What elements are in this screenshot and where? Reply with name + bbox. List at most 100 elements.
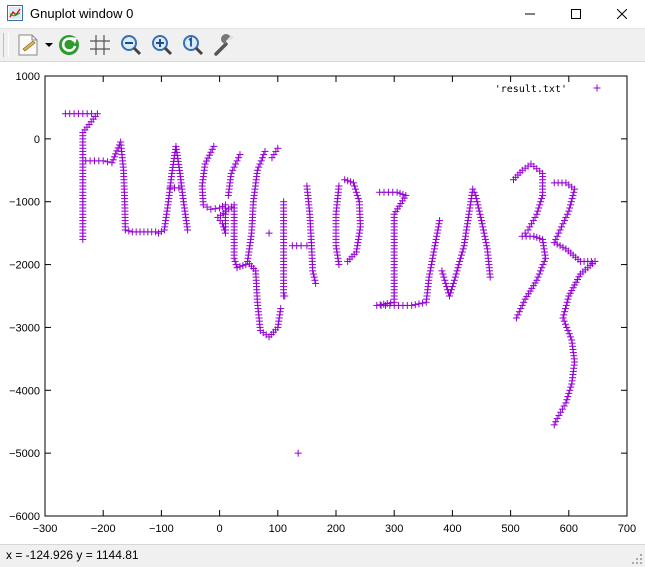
data-point-trace [569, 191, 577, 199]
data-point-trace [534, 207, 542, 215]
data-point-trace [430, 245, 438, 253]
x-tick-label: 600 [560, 523, 578, 535]
data-point-trace [562, 301, 570, 309]
legend-marker-symbol [593, 84, 601, 92]
data-point-trace [537, 198, 545, 206]
data-point-trace [230, 163, 238, 171]
data-point-trace [566, 201, 574, 209]
document-menu-icon [18, 34, 53, 56]
data-point-trace [478, 220, 486, 228]
data-point-trace [566, 386, 574, 394]
data-point [533, 210, 541, 218]
data-point-trace [439, 270, 447, 278]
data-point-trace [456, 257, 464, 265]
options-button[interactable] [212, 32, 236, 58]
data-point [99, 157, 107, 165]
window-titlebar[interactable]: Gnuplot window 0 [0, 0, 645, 29]
data-point-trace [514, 311, 522, 319]
data-point-trace [558, 223, 566, 231]
minimize-button[interactable] [507, 0, 553, 28]
data-point-trace [475, 204, 483, 212]
data-point [408, 301, 416, 309]
data-point-trace [219, 223, 227, 231]
data-point-trace [555, 411, 563, 419]
cursor-coordinates: x = -124.926 y = 1144.81 [6, 548, 139, 562]
plot-area[interactable]: −300 −200 −100 0 100 200 300 400 500 600 700 −6000−… [0, 62, 645, 544]
data-point-trace [538, 264, 546, 272]
minimize-icon [525, 13, 535, 15]
grid-icon [90, 35, 110, 55]
y-tick-label: −5000 [9, 448, 40, 460]
resize-grip-icon[interactable] [631, 553, 643, 565]
data-point-trace [442, 279, 450, 287]
data-point [281, 292, 289, 300]
data-point-trace [415, 300, 423, 308]
data-point-trace [475, 207, 483, 215]
data-point-trace [235, 154, 243, 162]
data-point [436, 217, 444, 225]
data-point-trace [255, 163, 263, 171]
data-point [309, 267, 317, 275]
data-point-trace [561, 320, 569, 328]
data-point-trace [483, 242, 491, 250]
data-point-trace [309, 270, 317, 278]
data-point-trace [232, 160, 240, 168]
data-point-trace [481, 235, 489, 243]
data-point-trace [435, 220, 443, 228]
wrench-icon [214, 34, 234, 56]
y-tick-label: −6000 [9, 511, 40, 523]
grid-button[interactable] [88, 32, 112, 58]
data-point-trace [563, 298, 571, 306]
data-point-trace [427, 264, 435, 272]
data-point-trace [450, 276, 458, 284]
autoscale-button[interactable] [181, 32, 205, 58]
zoom-in-icon [152, 35, 173, 56]
data-point-trace [272, 147, 280, 155]
data-point [265, 229, 273, 237]
data-point-trace [539, 261, 547, 269]
legend: 'result.txt' [495, 84, 601, 95]
scatter-plot[interactable]: −300 −200 −100 0 100 200 300 400 500 600 700−6000−… [0, 62, 645, 544]
data-point-trace [458, 248, 466, 256]
copy-options-button[interactable] [14, 32, 54, 58]
data-point-trace [552, 418, 560, 426]
gnuplot-app-icon [7, 5, 23, 21]
data-point-trace [355, 229, 363, 237]
data-point [486, 273, 494, 281]
maximize-button[interactable] [553, 0, 599, 28]
close-icon [617, 9, 627, 19]
data-point-trace [356, 226, 364, 234]
data-point-trace [353, 242, 361, 250]
data-point-trace [351, 185, 359, 193]
toolbar-grip[interactable] [3, 33, 9, 57]
data-point-trace [560, 402, 568, 410]
data-point-trace [552, 235, 560, 243]
toolbar [0, 29, 645, 62]
data-point [562, 399, 570, 407]
zoom-previous-button[interactable] [119, 32, 143, 58]
data-point-trace [535, 204, 543, 212]
data-point-trace [537, 267, 545, 275]
data-point-trace [426, 267, 434, 275]
replot-button[interactable] [57, 32, 81, 58]
data-point [425, 273, 433, 281]
x-tick-label: 200 [327, 523, 345, 535]
x-tick-label: −100 [149, 523, 174, 535]
data-point-trace [440, 273, 448, 281]
data-point-trace [457, 251, 465, 259]
data-point-trace [473, 198, 481, 206]
data-point-trace [567, 383, 575, 391]
zoom-next-button[interactable] [150, 32, 174, 58]
data-point-trace [563, 323, 571, 331]
maximize-icon [571, 9, 581, 19]
data-point-trace [260, 151, 268, 159]
data-point-trace [540, 257, 548, 265]
x-tick-label: 0 [217, 523, 223, 535]
data-point [559, 314, 567, 322]
data-point-trace [479, 226, 487, 234]
plot-axes: −300 −200 −100 0 100 200 300 400 500 600 700−6000−… [9, 71, 636, 535]
data-point [184, 226, 192, 234]
close-button[interactable] [599, 0, 645, 28]
data-point-trace [563, 396, 571, 404]
data-point-trace [566, 204, 574, 212]
